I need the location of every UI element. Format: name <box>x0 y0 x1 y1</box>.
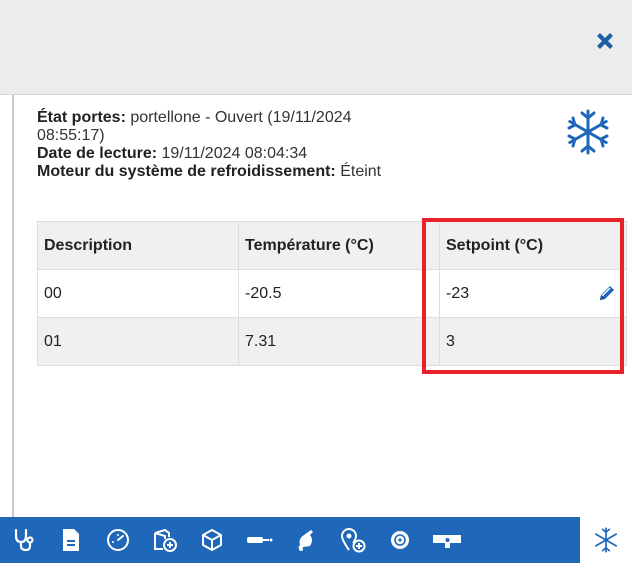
pencil-icon[interactable] <box>596 282 618 304</box>
toolbar-alerts[interactable] <box>282 517 329 563</box>
door-status-line: État portes: portellone - Ouvert (19/11/… <box>37 109 627 127</box>
sensor-icon <box>246 537 272 543</box>
add-device-icon <box>153 528 177 552</box>
window-header <box>0 0 632 95</box>
snowflake-icon <box>594 527 618 553</box>
read-date-line: Date de lecture: 19/11/2024 08:04:34 <box>37 145 627 163</box>
table-row: 00 -20.5 -23 <box>37 269 627 318</box>
toolbar-document[interactable] <box>47 517 94 563</box>
toolbar-add-location[interactable] <box>329 517 376 563</box>
close-button[interactable] <box>588 24 622 58</box>
motor-status-value: Éteint <box>335 163 382 180</box>
table-row: 01 7.31 3 <box>37 317 627 366</box>
toolbar-sensor[interactable] <box>235 517 282 563</box>
bottom-toolbar <box>0 517 632 563</box>
door-status-value: portellone - Ouvert (19/11/2024 <box>125 109 352 126</box>
document-icon <box>62 529 79 551</box>
cell-temperature: -20.5 <box>238 269 440 318</box>
read-date-label: Date de lecture: <box>37 145 158 162</box>
truck-icon <box>432 535 461 548</box>
toolbar-add-device[interactable] <box>141 517 188 563</box>
gauge-icon <box>106 529 129 551</box>
cell-setpoint: -23 <box>446 284 470 302</box>
cell-setpoint: 3 <box>439 317 627 366</box>
toolbar-cube[interactable] <box>188 517 235 563</box>
cube-icon <box>201 529 222 551</box>
wheel-icon <box>390 531 409 549</box>
door-status-time: 08:55:17) <box>37 127 105 144</box>
snowflake-icon <box>567 109 609 155</box>
sensor-table: Description Température (°C) Setpoint (°… <box>37 221 627 366</box>
toolbar-gauge[interactable] <box>94 517 141 563</box>
door-status-label: État portes: <box>37 109 126 126</box>
toolbar-refrigeration[interactable] <box>580 517 632 563</box>
cell-temperature: 7.31 <box>238 317 440 366</box>
read-date-value: 19/11/2024 08:04:34 <box>157 145 308 162</box>
table-header-row: Description Température (°C) Setpoint (°… <box>37 221 627 270</box>
cell-description: 00 <box>37 269 239 318</box>
header-description[interactable]: Description <box>37 221 239 270</box>
cell-description: 01 <box>37 317 239 366</box>
bell-icon <box>297 530 313 551</box>
side-divider <box>0 95 14 517</box>
toolbar-wheel[interactable] <box>376 517 423 563</box>
header-temperature[interactable]: Température (°C) <box>238 221 440 270</box>
add-location-icon <box>340 528 365 553</box>
close-icon <box>597 33 613 49</box>
cell-setpoint-editable[interactable]: -23 <box>439 269 627 318</box>
header-setpoint[interactable]: Setpoint (°C) <box>439 221 627 270</box>
stethoscope-icon <box>14 528 34 552</box>
motor-status-label: Moteur du système de refroidissement: <box>37 163 336 180</box>
motor-status-line: Moteur du système de refroidissement: Ét… <box>37 163 627 181</box>
status-info: État portes: portellone - Ouvert (19/11/… <box>37 109 627 181</box>
toolbar-truck[interactable] <box>423 517 470 563</box>
toolbar-diagnostics[interactable] <box>0 517 47 563</box>
